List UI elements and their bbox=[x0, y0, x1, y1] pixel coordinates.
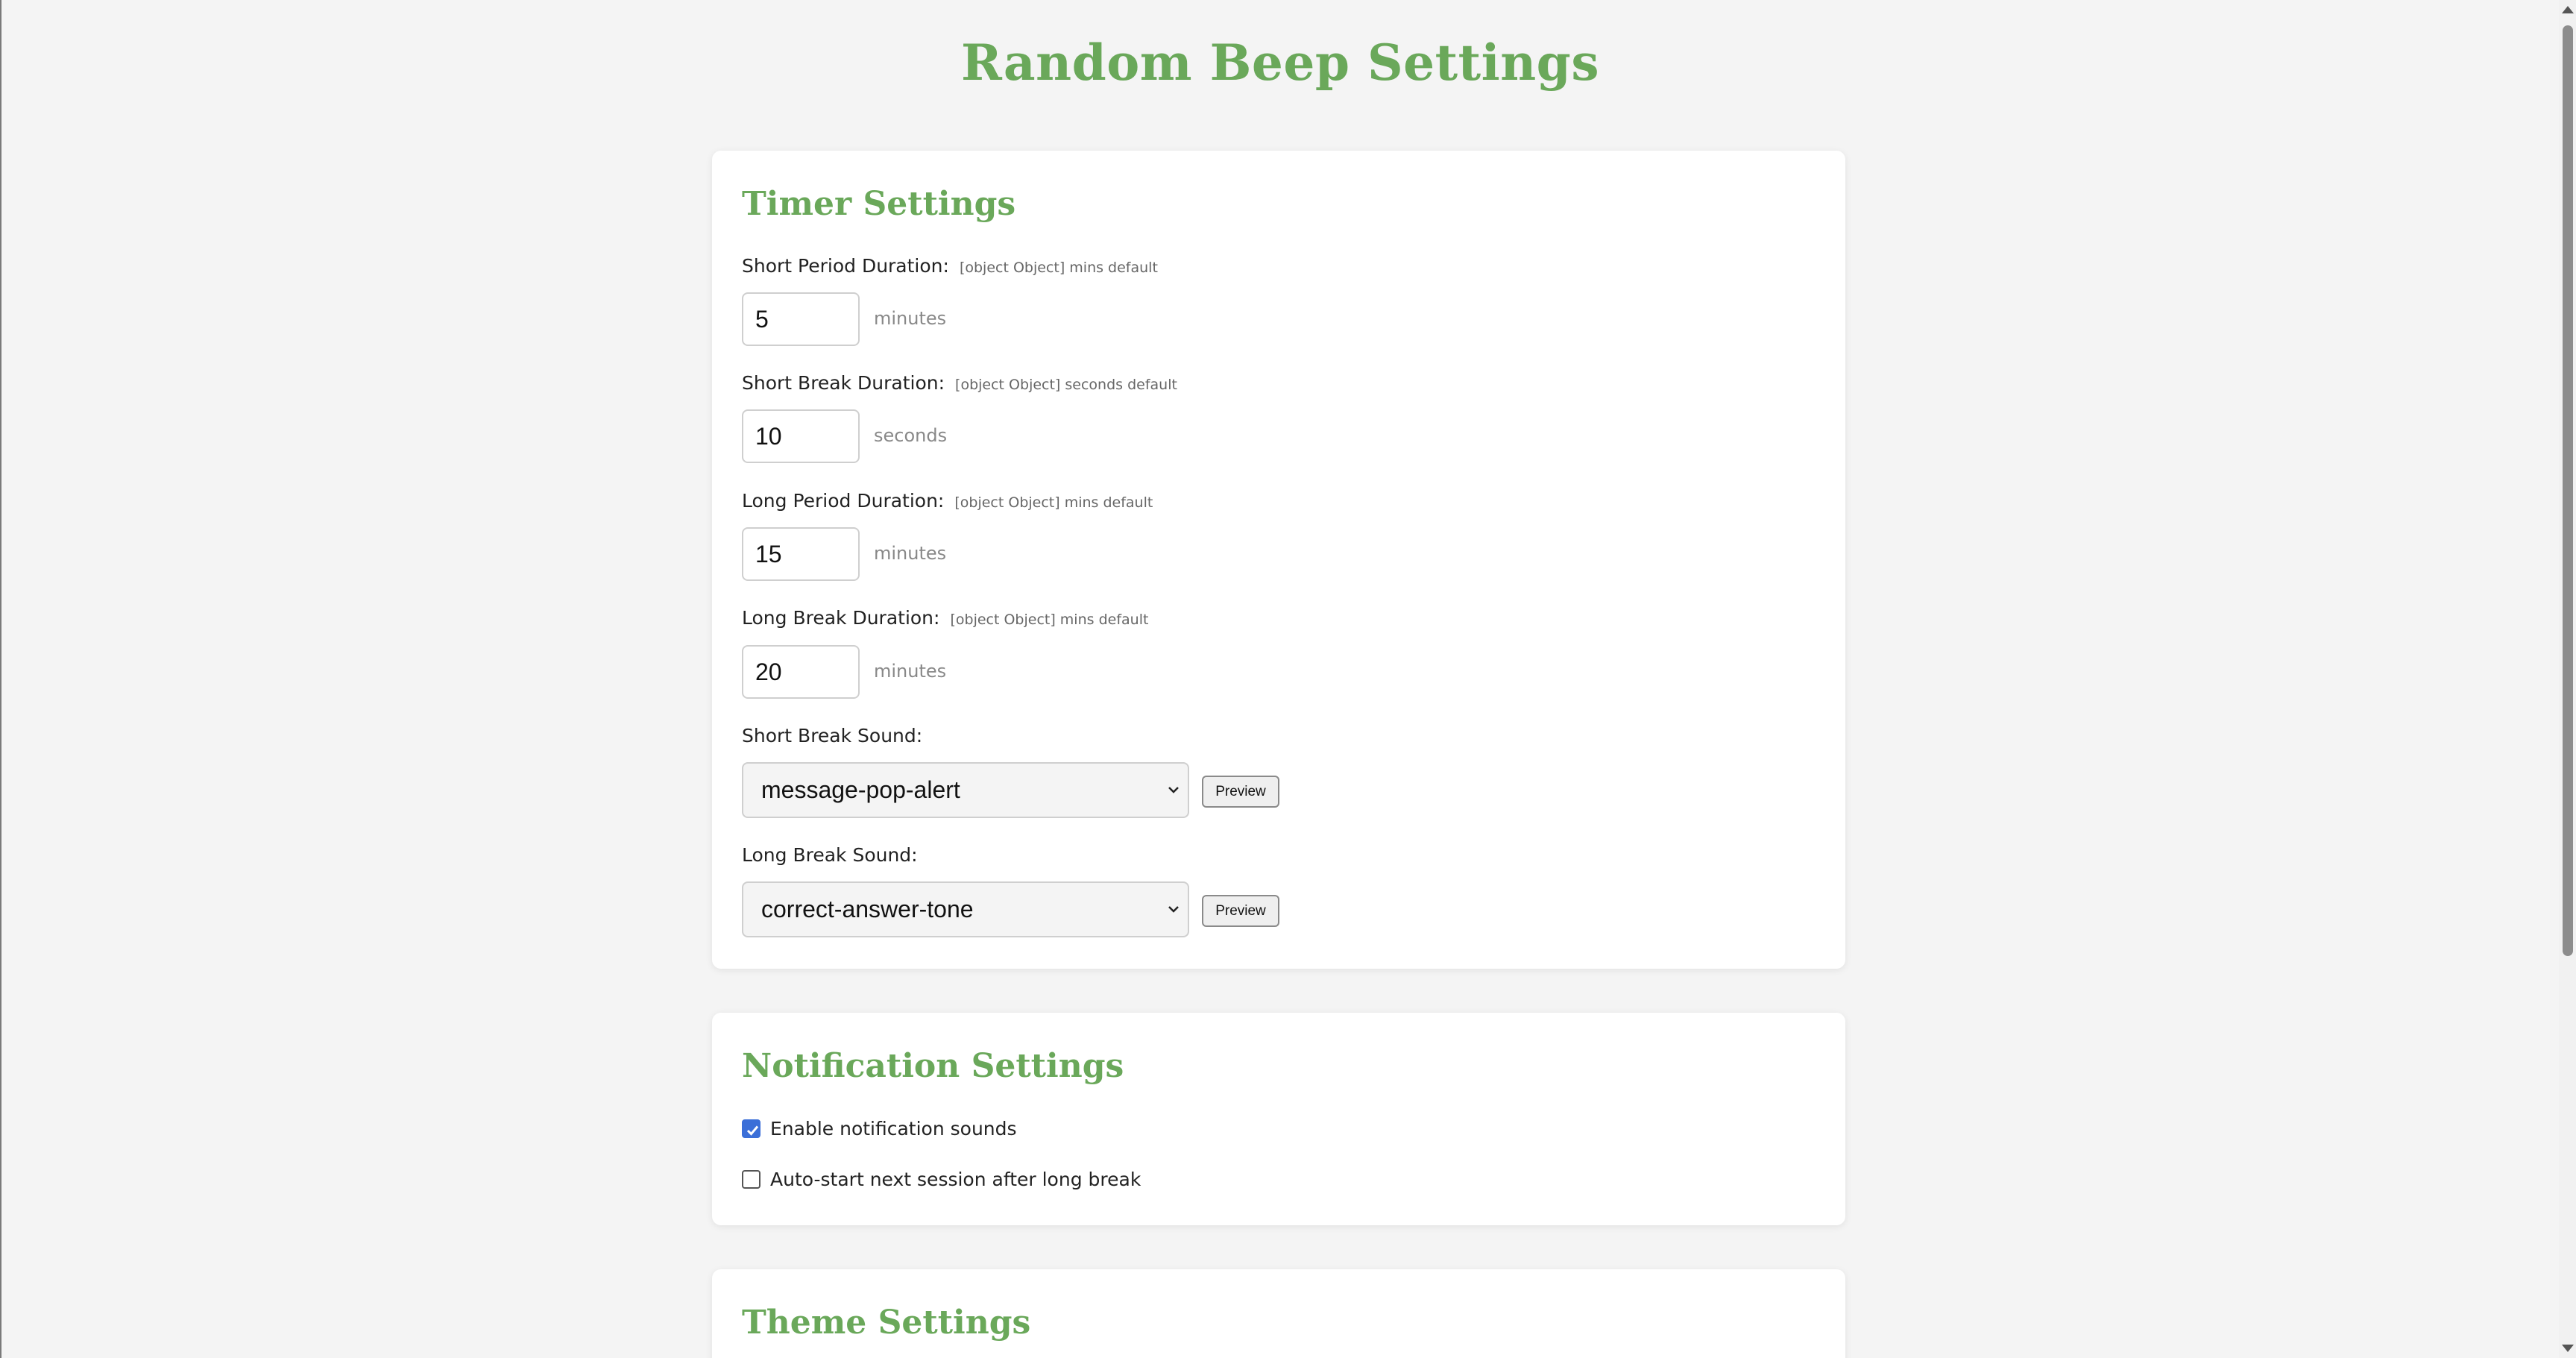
long-break-sound-select[interactable]: correct-answer-tone bbox=[742, 881, 1189, 937]
long-break-input[interactable]: 20 bbox=[742, 645, 860, 699]
long-break-preview-button[interactable]: Preview bbox=[1202, 895, 1279, 927]
long-break-sound-value: correct-answer-tone bbox=[761, 896, 974, 922]
short-break-preview-button[interactable]: Preview bbox=[1202, 776, 1279, 808]
long-period-label: Long Period Duration: [object Object] min… bbox=[742, 490, 1153, 512]
short-break-label: Short Break Duration: [object Object] sec… bbox=[742, 372, 1177, 394]
short-break-hint: [object Object] seconds default bbox=[955, 377, 1177, 393]
theme-settings-title: Theme Settings bbox=[742, 1304, 1031, 1342]
long-period-unit: minutes bbox=[874, 543, 947, 564]
page-scrollbar[interactable] bbox=[2559, 0, 2576, 1358]
short-break-input[interactable]: 10 bbox=[742, 409, 860, 463]
short-period-label: Short Period Duration: [object Object] mi… bbox=[742, 255, 1158, 277]
long-break-label-text: Long Break Duration: bbox=[742, 607, 940, 629]
enable-notification-sounds-label: Enable notification sounds bbox=[770, 1117, 1017, 1139]
long-break-label: Long Break Duration: [object Object] mins… bbox=[742, 607, 1148, 629]
timer-settings-card: Timer Settings Short Period Duration: [ob… bbox=[712, 151, 1845, 969]
scroll-down-arrow-icon[interactable] bbox=[2562, 1345, 2574, 1352]
chevron-down-icon bbox=[1168, 906, 1179, 913]
page-title: Random Beep Settings bbox=[961, 34, 1599, 92]
short-period-input[interactable]: 5 bbox=[742, 292, 860, 346]
short-period-label-text: Short Period Duration: bbox=[742, 255, 949, 277]
chevron-down-icon bbox=[1168, 787, 1179, 793]
short-period-unit: minutes bbox=[874, 308, 947, 329]
short-period-hint: [object Object] mins default bbox=[959, 260, 1158, 276]
long-period-hint: [object Object] mins default bbox=[954, 494, 1153, 511]
auto-start-option[interactable]: Auto-start next session after long break bbox=[742, 1168, 1141, 1190]
enable-notification-sounds-option[interactable]: Enable notification sounds bbox=[742, 1117, 1017, 1139]
long-period-label-text: Long Period Duration: bbox=[742, 490, 945, 512]
short-break-sound-value: message-pop-alert bbox=[761, 776, 960, 803]
auto-start-label: Auto-start next session after long break bbox=[770, 1168, 1141, 1190]
enable-notification-sounds-checkbox[interactable] bbox=[742, 1119, 760, 1138]
short-break-sound-label: Short Break Sound: bbox=[742, 725, 923, 746]
notification-settings-title: Notification Settings bbox=[742, 1047, 1124, 1085]
long-break-hint: [object Object] mins default bbox=[950, 612, 1149, 628]
scroll-up-arrow-icon[interactable] bbox=[2562, 6, 2574, 13]
check-icon bbox=[746, 1125, 759, 1136]
short-break-unit: seconds bbox=[874, 425, 948, 446]
long-break-sound-label: Long Break Sound: bbox=[742, 844, 918, 866]
short-break-sound-select[interactable]: message-pop-alert bbox=[742, 762, 1189, 818]
auto-start-checkbox[interactable] bbox=[742, 1169, 760, 1189]
long-break-unit: minutes bbox=[874, 661, 947, 682]
long-period-input[interactable]: 15 bbox=[742, 527, 860, 581]
short-break-label-text: Short Break Duration: bbox=[742, 372, 945, 394]
theme-settings-card: Theme Settings bbox=[712, 1269, 1845, 1358]
settings-page: Random Beep Settings Timer Settings Shor… bbox=[0, 0, 2576, 1358]
timer-settings-title: Timer Settings bbox=[742, 185, 1016, 223]
scrollbar-thumb[interactable] bbox=[2563, 25, 2573, 956]
notification-settings-card: Notification Settings Enable notificatio… bbox=[712, 1013, 1845, 1225]
